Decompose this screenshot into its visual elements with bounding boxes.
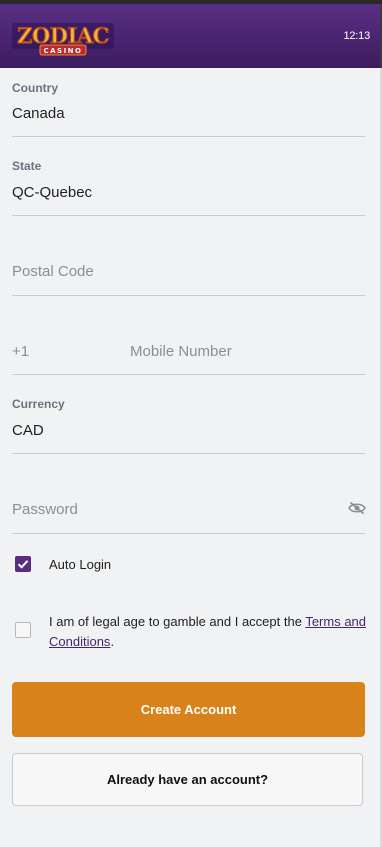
eye-slash-icon[interactable]	[348, 501, 366, 515]
country-label: Country	[12, 81, 58, 95]
svg-text:ZODIAC: ZODIAC	[17, 23, 109, 48]
legal-text-before: I am of legal age to gamble and I accept…	[49, 614, 306, 629]
currency-field[interactable]: Currency CAD	[12, 375, 365, 454]
checkmark-icon	[17, 560, 29, 569]
mobile-number-placeholder: Mobile Number	[130, 343, 232, 360]
mobile-number-input[interactable]: +1 Mobile Number	[12, 296, 365, 375]
legal-text-after: .	[110, 634, 115, 649]
phone-prefix: +1	[12, 343, 30, 360]
create-account-button[interactable]: Create Account	[12, 682, 365, 737]
state-value: QC-Quebec	[12, 184, 93, 201]
currency-label: Currency	[12, 397, 65, 411]
currency-value: CAD	[12, 422, 44, 439]
svg-text:CASINO: CASINO	[43, 47, 82, 55]
zodiac-casino-logo[interactable]: ZODIAC CASINO	[12, 21, 114, 57]
auto-login-checkbox[interactable]	[15, 556, 31, 572]
postal-code-input[interactable]: Postal Code	[12, 216, 365, 296]
state-field[interactable]: State QC-Quebec	[12, 137, 365, 216]
password-placeholder: Password	[12, 501, 78, 518]
app-header: ZODIAC CASINO 12:13	[0, 4, 382, 68]
clock: 12:13	[343, 30, 370, 42]
state-label: State	[12, 159, 42, 173]
country-value: Canada	[12, 105, 65, 122]
postal-code-placeholder: Postal Code	[12, 263, 94, 280]
legal-age-checkbox[interactable]	[15, 622, 31, 638]
password-input[interactable]: Password	[12, 454, 365, 534]
legal-age-text: I am of legal age to gamble and I accept…	[49, 612, 367, 652]
already-have-account-button[interactable]: Already have an account?	[12, 753, 363, 806]
country-field[interactable]: Country Canada	[12, 68, 365, 137]
auto-login-label: Auto Login	[49, 557, 112, 572]
